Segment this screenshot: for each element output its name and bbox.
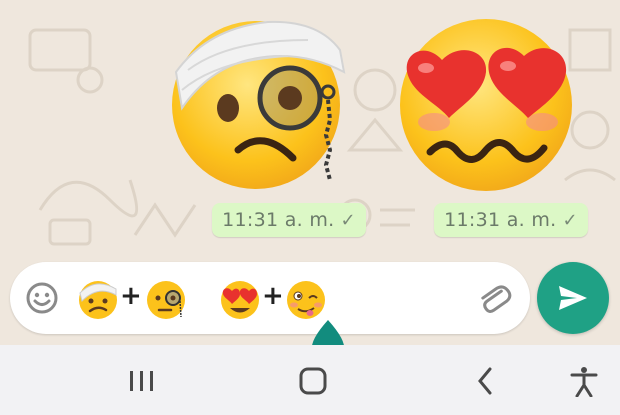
send-icon — [559, 286, 587, 310]
plus-sign: + — [120, 281, 142, 311]
head-bandage-emoji — [79, 281, 117, 319]
emoji-picker-icon[interactable] — [24, 280, 60, 316]
accessibility-icon[interactable] — [566, 365, 602, 397]
message-time: 11:31 a. m. — [222, 209, 335, 231]
send-button[interactable] — [537, 262, 609, 334]
sent-check-icon: ✓ — [562, 209, 578, 231]
plus-sign: + — [262, 281, 284, 311]
message-input-field[interactable]: + + — [10, 262, 530, 334]
message-time-pill: 11:31 a. m. ✓ — [434, 203, 588, 237]
recent-apps-icon[interactable] — [124, 365, 160, 397]
wallpaper-doodle-icon — [38, 179, 139, 246]
wallpaper-doodle-icon — [133, 202, 197, 238]
heart-eyes-emoji — [221, 281, 259, 319]
attach-icon[interactable] — [474, 278, 514, 318]
home-icon[interactable] — [295, 365, 331, 397]
back-icon[interactable] — [468, 365, 504, 397]
wallpaper-doodle-icon — [28, 28, 104, 94]
message-time-pill: 11:31 a. m. ✓ — [212, 203, 366, 237]
system-nav-bar — [0, 345, 620, 415]
sent-check-icon: ✓ — [340, 209, 356, 231]
bandage-monocle-sticker[interactable] — [168, 10, 358, 195]
message-time: 11:31 a. m. — [444, 209, 557, 231]
woozy-emoji — [287, 281, 325, 319]
heart-eyes-woozy-sticker[interactable] — [394, 10, 584, 195]
monocle-emoji — [147, 281, 185, 319]
